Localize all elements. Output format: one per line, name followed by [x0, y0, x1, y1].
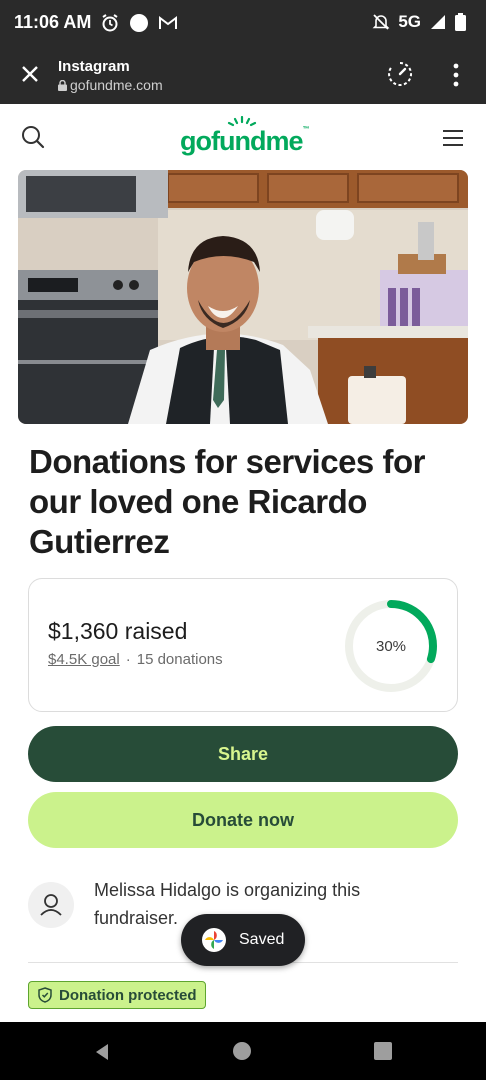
logo-text: gofundme [180, 126, 303, 156]
status-bar: 11:06 AM 5G [0, 0, 486, 46]
gofundme-logo[interactable]: gofundme™ [180, 116, 309, 157]
photos-icon [202, 928, 226, 952]
dot-icon [130, 14, 148, 32]
signal-icon [431, 15, 445, 29]
share-button[interactable]: Share [28, 726, 458, 782]
status-time: 11:06 AM [14, 12, 92, 32]
more-options-icon[interactable] [450, 62, 462, 88]
person-icon [40, 894, 62, 916]
site-header: gofundme™ [0, 104, 486, 168]
donate-now-button[interactable]: Donate now [28, 792, 458, 848]
organizer-avatar [28, 882, 74, 928]
menu-icon[interactable] [442, 128, 464, 148]
browser-bar: Instagram gofundme.com [0, 46, 486, 104]
browser-url-text: gofundme.com [70, 77, 163, 93]
donation-count: 15 donations [136, 651, 223, 668]
saved-toast: Saved [181, 914, 305, 966]
campaign-photo [18, 170, 468, 424]
system-nav-bar [0, 1022, 486, 1080]
logo-tm: ™ [302, 126, 309, 133]
battery-icon [455, 13, 466, 31]
speedometer-icon[interactable] [386, 60, 414, 88]
goal-row: $4.5K goal · 15 donations [48, 651, 223, 668]
shield-icon [38, 987, 52, 1003]
amount-raised: $1,360 raised [48, 618, 188, 644]
goal-separator: · [125, 651, 131, 668]
alarm-icon [102, 14, 118, 32]
goal-link[interactable]: $4.5K goal [48, 651, 120, 668]
search-icon[interactable] [20, 124, 46, 150]
back-icon[interactable] [92, 1042, 112, 1062]
close-icon[interactable] [18, 62, 42, 86]
saved-toast-label: Saved [239, 931, 285, 948]
campaign-photo-illustration [18, 170, 468, 424]
progress-card: $1,360 raised $4.5K goal · 15 donations … [28, 578, 458, 712]
donation-protected-label: Donation protected [59, 986, 197, 1004]
mute-icon [372, 14, 390, 30]
status-icons-left [100, 13, 178, 33]
home-icon[interactable] [233, 1042, 251, 1060]
gmail-icon [159, 16, 177, 29]
lock-icon [58, 79, 67, 91]
network-label: 5G [398, 12, 421, 31]
browser-url: gofundme.com [58, 77, 163, 93]
donation-protected-badge[interactable]: Donation protected [28, 981, 206, 1009]
browser-title: Instagram [58, 58, 130, 75]
logo-sun-icon [227, 116, 257, 127]
progress-percent: 30% [375, 637, 407, 655]
status-icons-right: 5G [372, 12, 466, 32]
recent-apps-icon[interactable] [374, 1042, 392, 1060]
campaign-title: Donations for services for our loved one… [29, 443, 425, 560]
